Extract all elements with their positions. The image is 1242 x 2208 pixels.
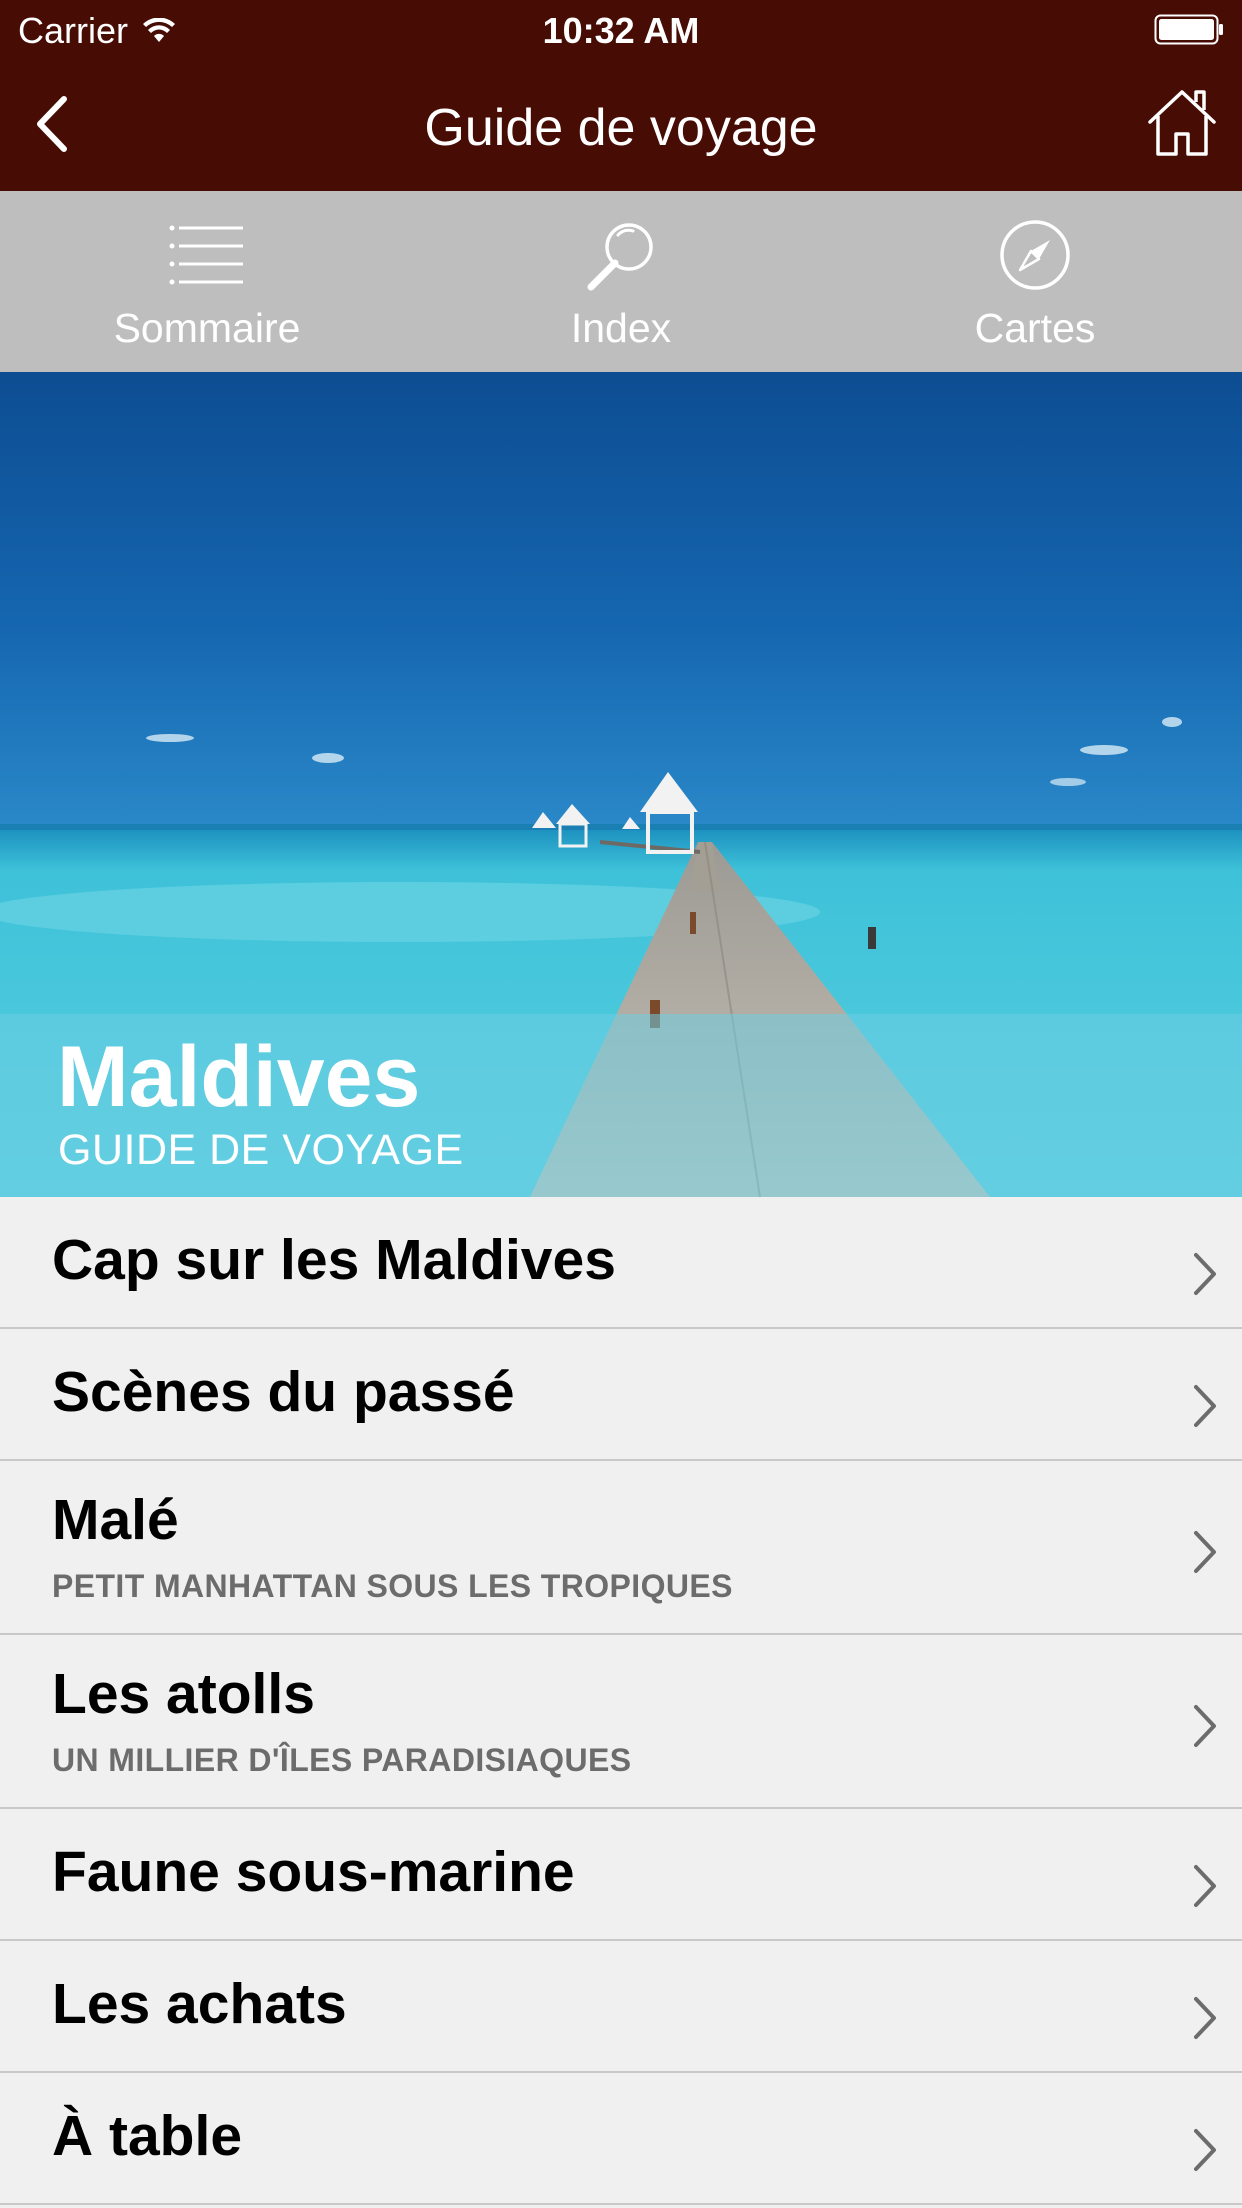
list-item-title: Faune sous-marine xyxy=(52,1840,575,1904)
section-list: Cap sur les Maldives Scènes du passé Mal… xyxy=(0,1197,1242,2205)
tab-index[interactable]: Index xyxy=(414,191,828,372)
list-item-faune-sous-marine[interactable]: Faune sous-marine xyxy=(0,1809,1242,1941)
list-item-subtitle: UN MILLIER D'ÎLES PARADISIAQUES xyxy=(52,1742,632,1778)
tab-label: Sommaire xyxy=(113,305,301,351)
list-item-les-achats[interactable]: Les achats xyxy=(0,1941,1242,2073)
status-bar: Carrier 10:32 AM xyxy=(0,0,1242,60)
tab-cartes[interactable]: Cartes xyxy=(828,191,1242,372)
search-icon xyxy=(585,215,657,295)
page-title: Guide de voyage xyxy=(424,99,818,157)
list-item-title: Les atolls xyxy=(52,1662,315,1726)
list-item-title: Scènes du passé xyxy=(52,1360,515,1424)
list-item-title: Malé xyxy=(52,1488,179,1552)
status-time: 10:32 AM xyxy=(542,10,700,51)
compass-icon xyxy=(998,215,1072,295)
chevron-right-icon xyxy=(1194,1253,1216,1295)
tab-sommaire[interactable]: Sommaire xyxy=(0,191,414,372)
chevron-right-icon xyxy=(1194,1385,1216,1427)
hero-title: Maldives xyxy=(57,1029,421,1125)
navigation-bar: Guide de voyage xyxy=(0,60,1242,191)
chevron-right-icon xyxy=(1194,1997,1216,2039)
home-icon xyxy=(1148,90,1216,156)
list-item-a-table[interactable]: À table xyxy=(0,2073,1242,2205)
list-item-cap-sur-les-maldives[interactable]: Cap sur les Maldives xyxy=(0,1197,1242,1329)
chevron-right-icon xyxy=(1194,1865,1216,1907)
tab-label: Index xyxy=(570,305,672,351)
list-item-title: À table xyxy=(52,2104,243,2168)
battery-icon xyxy=(1154,14,1224,45)
list-icon xyxy=(169,215,245,295)
top-bar: Carrier 10:32 AM Guide de voyage xyxy=(0,0,1242,191)
list-item-subtitle: PETIT MANHATTAN SOUS LES TROPIQUES xyxy=(52,1568,733,1604)
tab-bar: Sommaire Index Cartes xyxy=(0,191,1242,372)
hero-subtitle: GUIDE DE VOYAGE xyxy=(58,1126,464,1174)
list-item-les-atolls[interactable]: Les atolls UN MILLIER D'ÎLES PARADISIAQU… xyxy=(0,1635,1242,1809)
chevron-right-icon xyxy=(1194,1531,1216,1573)
list-item-scenes-du-passe[interactable]: Scènes du passé xyxy=(0,1329,1242,1461)
list-item-title: Cap sur les Maldives xyxy=(52,1228,616,1292)
list-item-title: Les achats xyxy=(52,1972,347,2036)
chevron-right-icon xyxy=(1194,1705,1216,1747)
tab-label: Cartes xyxy=(974,305,1096,351)
home-button[interactable] xyxy=(1144,82,1220,162)
hero-banner: Maldives GUIDE DE VOYAGE xyxy=(0,372,1242,1197)
list-item-male[interactable]: Malé PETIT MANHATTAN SOUS LES TROPIQUES xyxy=(0,1461,1242,1635)
chevron-right-icon xyxy=(1194,2129,1216,2171)
